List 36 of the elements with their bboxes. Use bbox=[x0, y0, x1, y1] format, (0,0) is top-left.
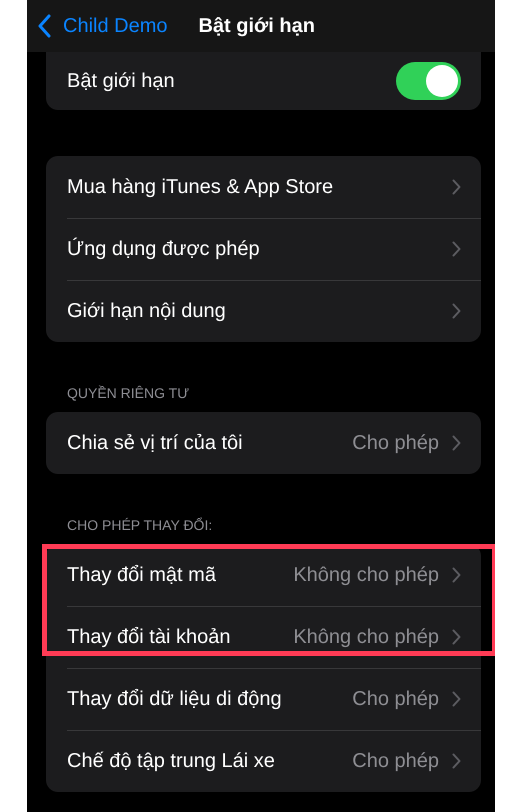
row-label: Thay đổi dữ liệu di động bbox=[67, 688, 282, 710]
section-header: QUYỀN RIÊNG TƯ bbox=[66, 384, 190, 403]
toggle-label: Bật giới hạn bbox=[67, 70, 175, 92]
chevron-right-icon bbox=[452, 567, 461, 583]
settings-row[interactable]: Ứng dụng được phép bbox=[46, 218, 481, 280]
chevron-right-icon bbox=[452, 691, 461, 707]
row-label: Mua hàng iTunes & App Store bbox=[67, 176, 334, 198]
row-label: Chia sẻ vị trí của tôi bbox=[67, 432, 243, 454]
settings-row[interactable]: Thay đổi tài khoản Không cho phép bbox=[46, 606, 481, 668]
row-value: Cho phép bbox=[352, 432, 439, 454]
chevron-right-icon bbox=[452, 753, 461, 769]
row-value: Không cho phép bbox=[293, 626, 439, 648]
page-title: Bật giới hạn bbox=[198, 14, 315, 38]
back-button[interactable]: Child Demo bbox=[27, 14, 168, 38]
section-header: CHO PHÉP THAY ĐỔI: bbox=[66, 516, 214, 535]
row-label: Thay đổi mật mã bbox=[67, 564, 216, 586]
settings-row[interactable]: Thay đổi dữ liệu di động Cho phép bbox=[46, 668, 481, 730]
toggle-switch[interactable] bbox=[396, 62, 461, 100]
row-value: Cho phép bbox=[352, 688, 439, 710]
settings-row[interactable]: Mua hàng iTunes & App Store bbox=[46, 156, 481, 218]
row-value: Cho phép bbox=[352, 750, 439, 772]
settings-row[interactable]: Chế độ tập trung Lái xe Cho phép bbox=[46, 730, 481, 792]
row-label: Ứng dụng được phép bbox=[67, 238, 260, 260]
row-label: Giới hạn nội dung bbox=[67, 300, 226, 322]
row-value: Không cho phép bbox=[293, 564, 439, 586]
chevron-right-icon bbox=[452, 629, 461, 645]
chevron-left-icon bbox=[38, 14, 51, 38]
row-label: Thay đổi tài khoản bbox=[67, 626, 230, 648]
row-label: Chế độ tập trung Lái xe bbox=[67, 750, 275, 772]
chevron-right-icon bbox=[452, 241, 461, 257]
settings-row[interactable]: Chia sẻ vị trí của tôi Cho phép bbox=[46, 412, 481, 474]
chevron-right-icon bbox=[452, 303, 461, 319]
chevron-right-icon bbox=[452, 179, 461, 195]
settings-row[interactable]: Giới hạn nội dung bbox=[46, 280, 481, 342]
settings-row[interactable]: Thay đổi mật mã Không cho phép bbox=[46, 544, 481, 606]
chevron-right-icon bbox=[452, 435, 461, 451]
